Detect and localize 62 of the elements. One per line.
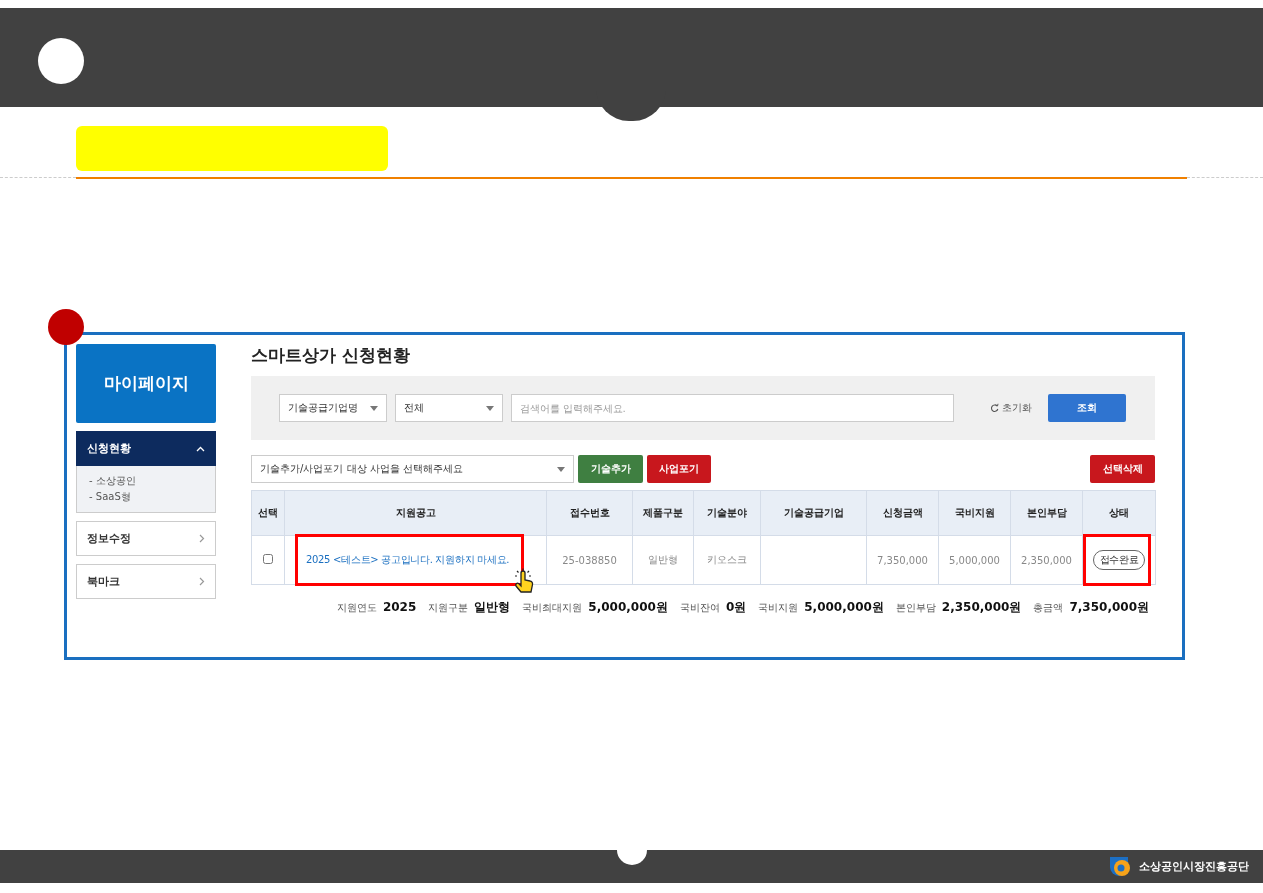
dropdown[interactable]: 전체 [395,394,503,422]
summary-label: 국비최대지원 [522,601,583,615]
chevron-right-icon [199,577,205,586]
action-button[interactable]: 사업포기 [647,455,711,483]
summary-label: 국비지원 [758,601,799,615]
notice-link[interactable]: 2025 <테스트> 공고입니다. 지원하지 마세요. [305,554,510,565]
sidebar-label: 정보수정 [87,531,131,546]
circle-marker [38,38,84,84]
summary-label: 총금액 [1033,601,1064,615]
submenu-item[interactable]: - SaaS형 [89,490,203,504]
summary-label: 본인부담 [895,601,936,615]
table-cell: 일반형 [648,554,678,565]
column-header: 제품구분 [632,490,694,536]
column-header: 본인부담 [1010,490,1083,536]
column-header: 국비지원 [938,490,1011,536]
delete-button[interactable]: 선택삭제 [1090,455,1155,483]
column-header: 상태 [1082,490,1156,536]
column-header: 신청금액 [866,490,939,536]
summary-value: 2025 [382,600,417,614]
summary-value: 7,350,000원 [1069,599,1149,616]
dropdown[interactable]: 기술추가/사업포기 대상 사업을 선택해주세요 [251,455,574,483]
summary-value: 2,350,000원 [941,599,1022,616]
dropdown[interactable]: 기술공급기업명 [279,394,387,422]
chevron-up-icon [196,445,205,452]
table-cell: 5,000,000 [949,554,1000,566]
sidebar-title: 마이페이지 [76,344,216,423]
summary-value: 5,000,000원 [588,599,668,616]
org-logo [1109,855,1133,878]
row-checkbox[interactable] [263,554,273,564]
column-header: 접수번호 [546,490,633,536]
summary-label: 지원연도 [336,601,377,615]
search-button[interactable]: 조회 [1048,394,1126,422]
sidebar-item[interactable]: 북마크 [76,564,216,599]
summary-value: 5,000,000원 [804,599,884,616]
organization-name: 소상공인시장진흥공단 [1139,859,1249,874]
column-header: 기술공급기업 [760,490,867,536]
search-field[interactable]: 검색어를 입력해주세요. [511,394,954,422]
summary-label: 지원구분 [428,601,469,615]
sidebar-item[interactable]: 정보수정 [76,521,216,556]
summary-value: 0원 [725,599,747,616]
table-cell: 7,350,000 [877,554,928,566]
column-header: 기술분야 [693,490,761,536]
table-cell: 25-038850 [562,554,617,566]
column-header: 선택 [251,490,285,536]
sidebar-item[interactable]: 신청현황 [76,431,216,466]
sidebar-label: 북마크 [87,574,120,589]
refresh-icon [990,403,999,413]
summary-value: 일반형 [474,599,511,616]
caret-icon [557,466,565,472]
caret-icon [370,405,378,411]
caret-icon [486,405,494,411]
table-cell: 2,350,000 [1021,554,1072,566]
summary-label: 국비잔여 [679,601,720,615]
submenu-item[interactable]: - 소상공인 [89,474,203,488]
action-button[interactable]: 기술추가 [578,455,643,483]
reset-button[interactable]: 초기화 [990,401,1032,415]
table-cell: 키오스크 [707,554,747,565]
chevron-right-icon [199,534,205,543]
step-marker [48,309,84,345]
sidebar-label: 신청현황 [87,441,131,456]
page-title: 스마트상가 신청현황 [251,344,411,367]
column-header: 지원공고 [284,490,547,536]
